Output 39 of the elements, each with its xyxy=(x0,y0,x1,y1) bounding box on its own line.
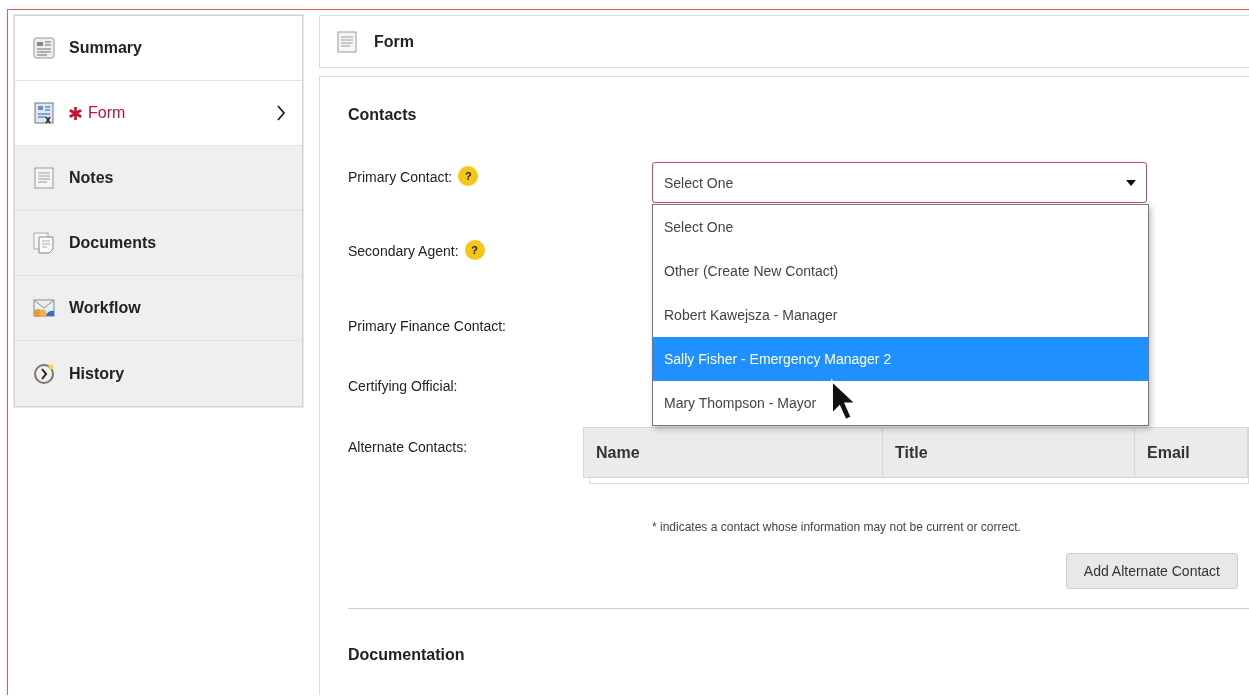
dropdown-option[interactable]: Other (Create New Contact) xyxy=(653,249,1148,293)
column-header: Name xyxy=(584,428,883,477)
help-icon[interactable]: ? xyxy=(458,166,479,186)
sidebar-label: Notes xyxy=(69,169,114,187)
sidebar-label: Summary xyxy=(69,39,142,57)
sidebar-item[interactable]: Workflow xyxy=(15,276,302,341)
contact-select[interactable]: Select One xyxy=(652,162,1147,203)
column-header: Email xyxy=(1135,428,1248,477)
add-contact-button[interactable]: Add Alternate Contact xyxy=(1065,553,1238,589)
field-label: Primary Contact: xyxy=(348,168,453,186)
section-title: Contacts xyxy=(348,105,418,125)
field-label: Certifying Official: xyxy=(348,377,458,395)
help-icon[interactable]: ? xyxy=(464,240,485,260)
chevron-right-icon xyxy=(276,104,286,122)
note-icon xyxy=(33,167,55,189)
column-header: Title xyxy=(883,428,1135,477)
dropdown-option[interactable]: Select One xyxy=(653,205,1148,249)
form-icon xyxy=(33,102,55,124)
envelopes-icon xyxy=(33,297,55,319)
dropdown-option[interactable]: Mary Thompson - Mayor xyxy=(653,381,1148,425)
dropdown-option[interactable]: Robert Kawejsza - Manager xyxy=(653,293,1148,337)
field-label: Secondary Agent: xyxy=(348,242,459,260)
page-title: Form xyxy=(374,32,414,51)
newspaper-icon xyxy=(33,37,55,59)
sidebar-label: Workflow xyxy=(69,299,141,317)
section-title: Documentation xyxy=(348,645,466,665)
footnote: * indicates a contact whose information may not be current or correct. xyxy=(652,520,1022,535)
sidebar-label: History xyxy=(69,364,125,383)
sidebar-label: Form xyxy=(88,104,126,122)
sidebar-item[interactable]: Documents xyxy=(15,211,302,276)
note-icon xyxy=(336,30,358,53)
caret-icon xyxy=(1126,179,1136,186)
clock-icon xyxy=(33,362,55,385)
field-label: Alternate Contacts: xyxy=(348,438,468,456)
sidebar-label: Documents xyxy=(69,234,157,252)
documents-icon xyxy=(33,232,55,254)
sidebar-item[interactable]: Notes xyxy=(15,146,302,211)
sidebar-item[interactable]: History xyxy=(15,341,302,406)
field-label: Primary Finance Contact: xyxy=(348,317,506,335)
